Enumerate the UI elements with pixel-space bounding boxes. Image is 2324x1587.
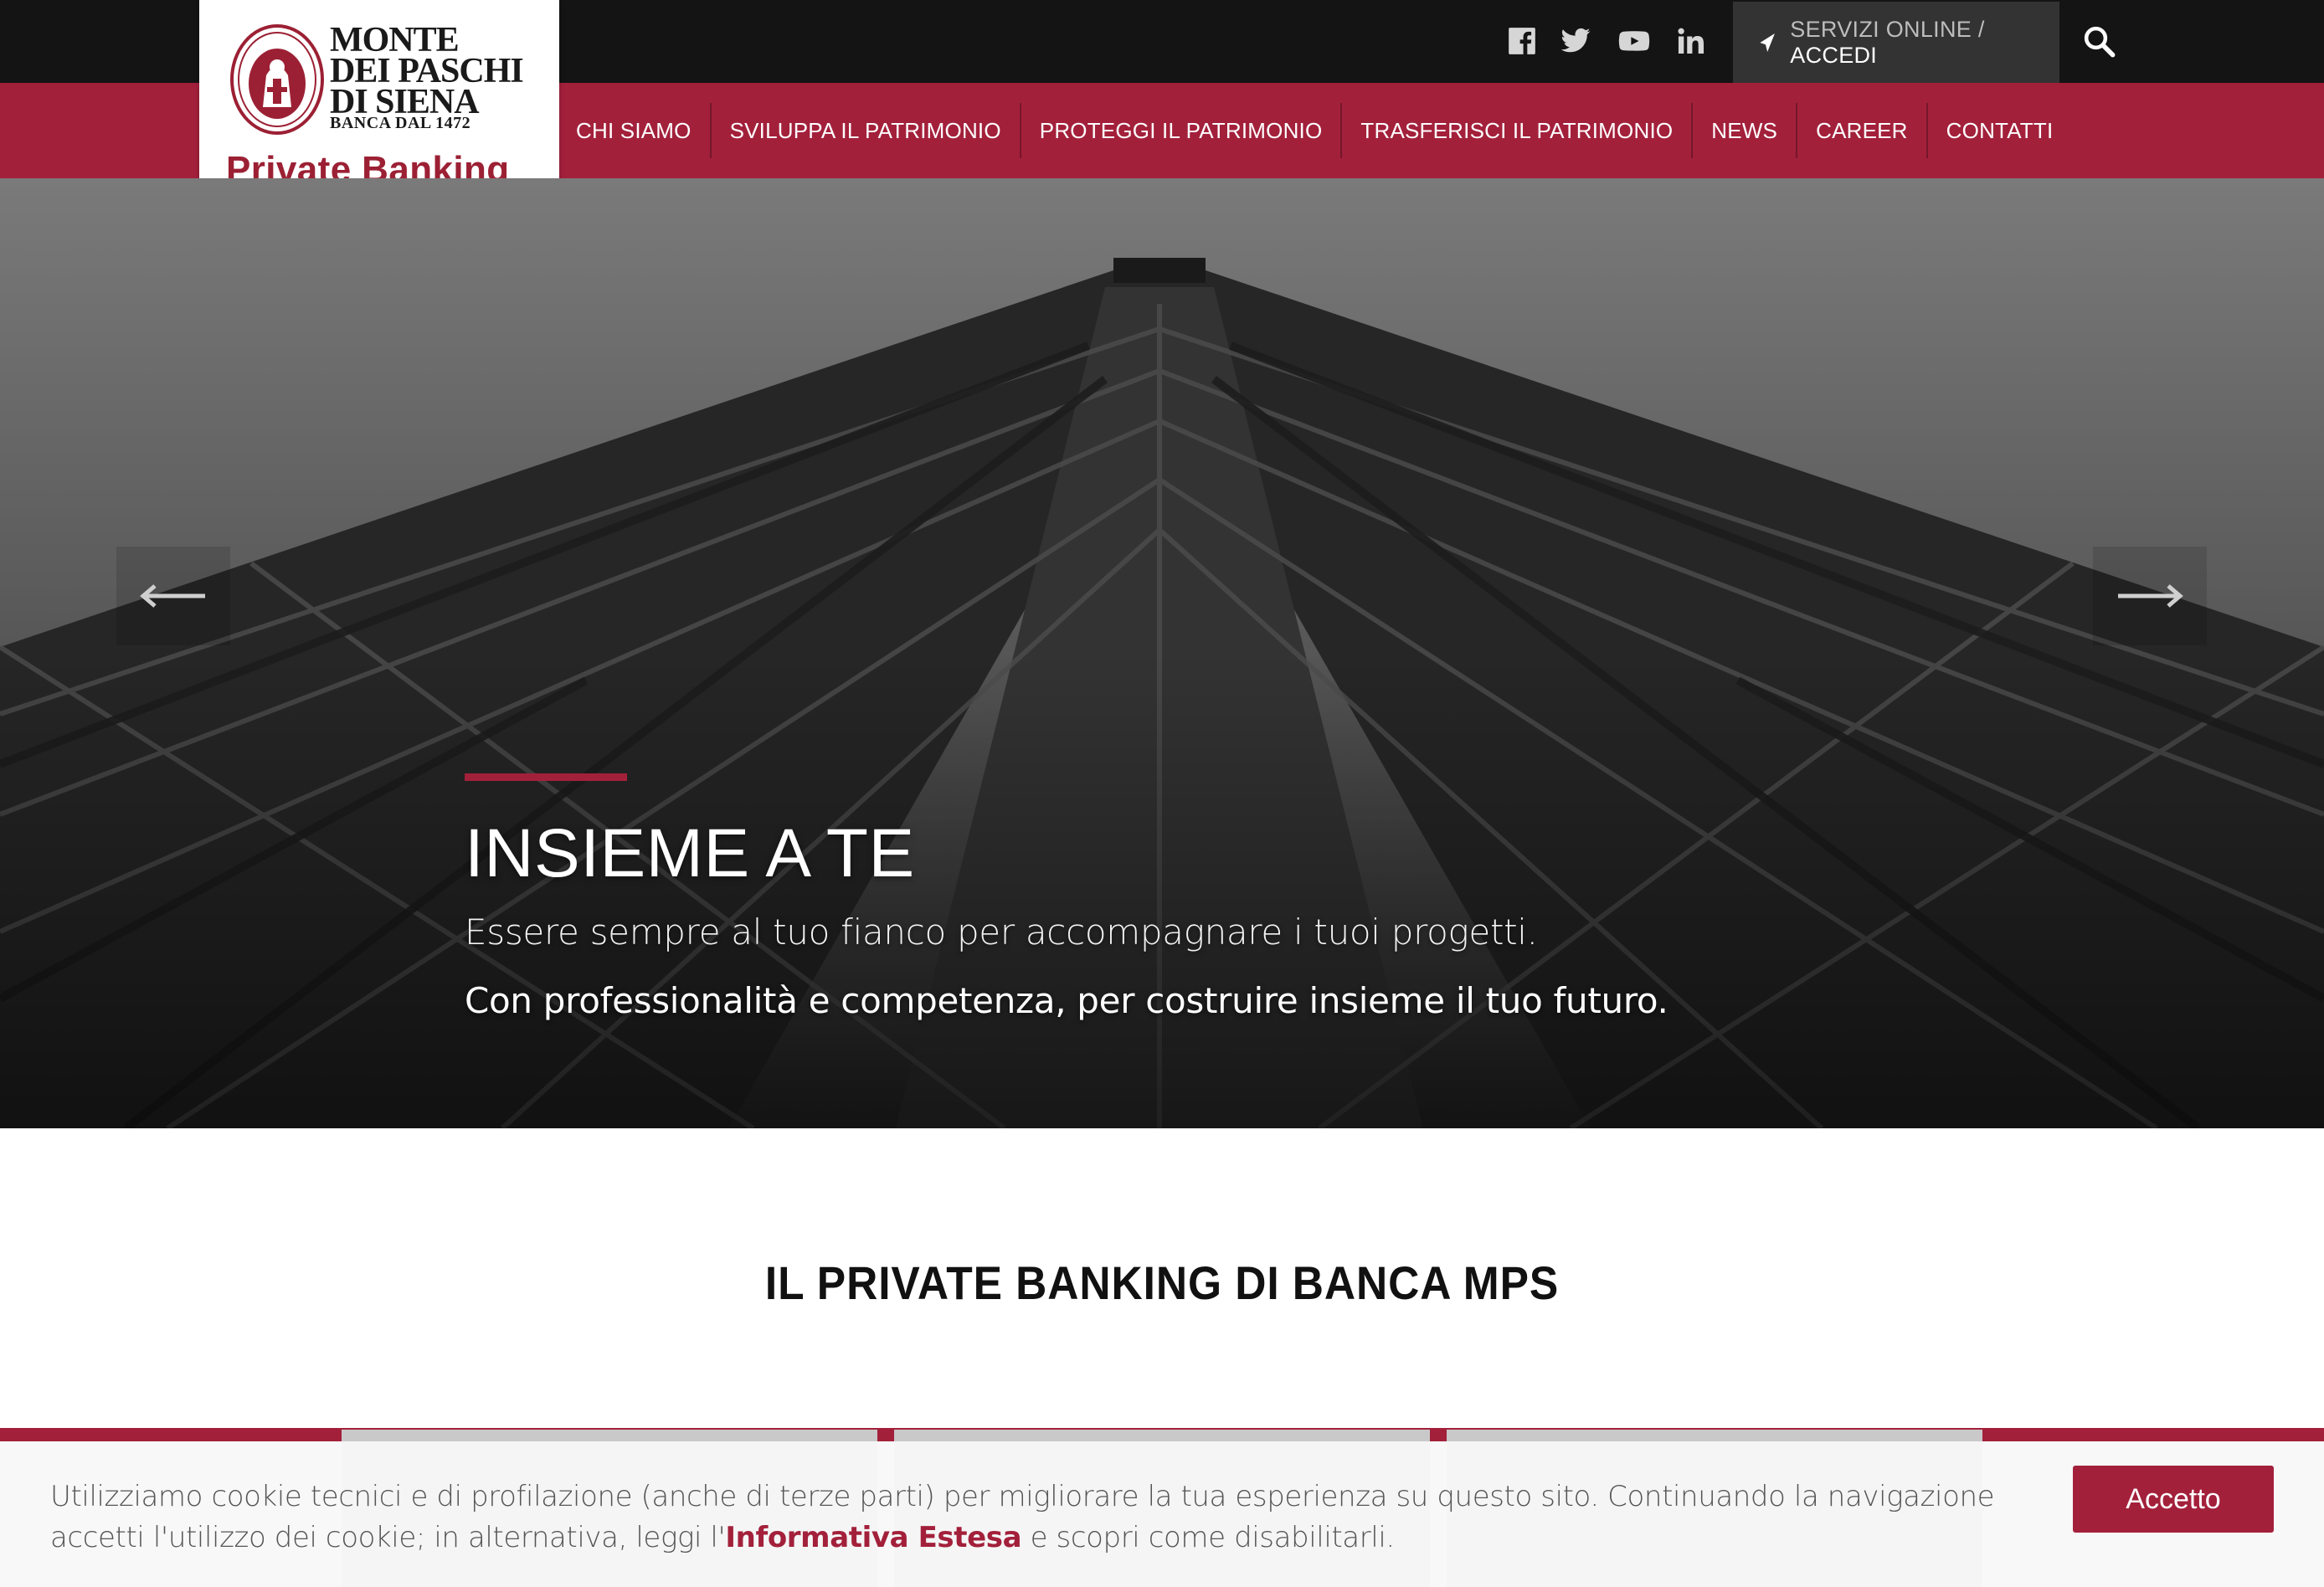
nav-item-chi-siamo[interactable]: CHI SIAMO <box>558 103 710 158</box>
hero-tagline: Con professionalità e competenza, per co… <box>465 980 1668 1021</box>
logo-since: BANCA DAL 1472 <box>330 114 471 132</box>
nav-item-career[interactable]: CAREER <box>1796 103 1926 158</box>
hero-subtitle: Essere sempre al tuo fianco per accompag… <box>465 912 1538 953</box>
twitter-icon[interactable] <box>1552 20 1599 62</box>
login-label: SERVIZI ONLINE / ACCEDI <box>1790 16 1985 68</box>
pointer-icon <box>1760 33 1775 52</box>
hero-carousel: INSIEME A TE Essere sempre al tuo fianco… <box>0 178 2324 1128</box>
online-services-login[interactable]: SERVIZI ONLINE / ACCEDI <box>1733 2 2059 83</box>
facebook-icon[interactable] <box>1499 20 1545 62</box>
nav-item-proteggi-il-patrimonio[interactable]: PROTEGGI IL PATRIMONIO <box>1019 103 1341 158</box>
arrow-right-icon <box>2118 584 2183 608</box>
linkedin-icon[interactable] <box>1668 20 1715 62</box>
cookie-policy-link[interactable]: Informativa Estesa <box>725 1521 1021 1554</box>
arrow-left-icon <box>140 584 205 608</box>
accept-cookies-button[interactable]: Accetto <box>2073 1466 2274 1533</box>
carousel-prev-button[interactable] <box>116 547 230 645</box>
nav-item-sviluppa-il-patrimonio[interactable]: SVILUPPA IL PATRIMONIO <box>709 103 1020 158</box>
logo-wordmark: MONTE DEI PASCHI DI SIENA <box>330 21 524 121</box>
cookie-message: Utilizziamo cookie tecnici e di profilaz… <box>50 1480 1995 1554</box>
section-title: IL PRIVATE BANKING DI BANCA MPS <box>764 1256 1560 1309</box>
bank-seal-icon <box>230 24 324 135</box>
hero-accent-line <box>465 773 627 781</box>
main-nav: CHI SIAMO SVILUPPA IL PATRIMONIO PROTEGG… <box>558 83 2071 178</box>
youtube-icon[interactable] <box>1611 20 1658 62</box>
search-icon[interactable] <box>2076 18 2121 64</box>
nav-item-contatti[interactable]: CONTATTI <box>1926 103 2072 158</box>
hero-title: INSIEME A TE <box>465 815 915 891</box>
nav-item-trasferisci-il-patrimonio[interactable]: TRASFERISCI IL PATRIMONIO <box>1340 103 1691 158</box>
nav-item-news[interactable]: NEWS <box>1691 103 1796 158</box>
cookie-banner: Utilizziamo cookie tecnici e di profilaz… <box>0 1441 2324 1587</box>
carousel-next-button[interactable] <box>2093 547 2207 645</box>
